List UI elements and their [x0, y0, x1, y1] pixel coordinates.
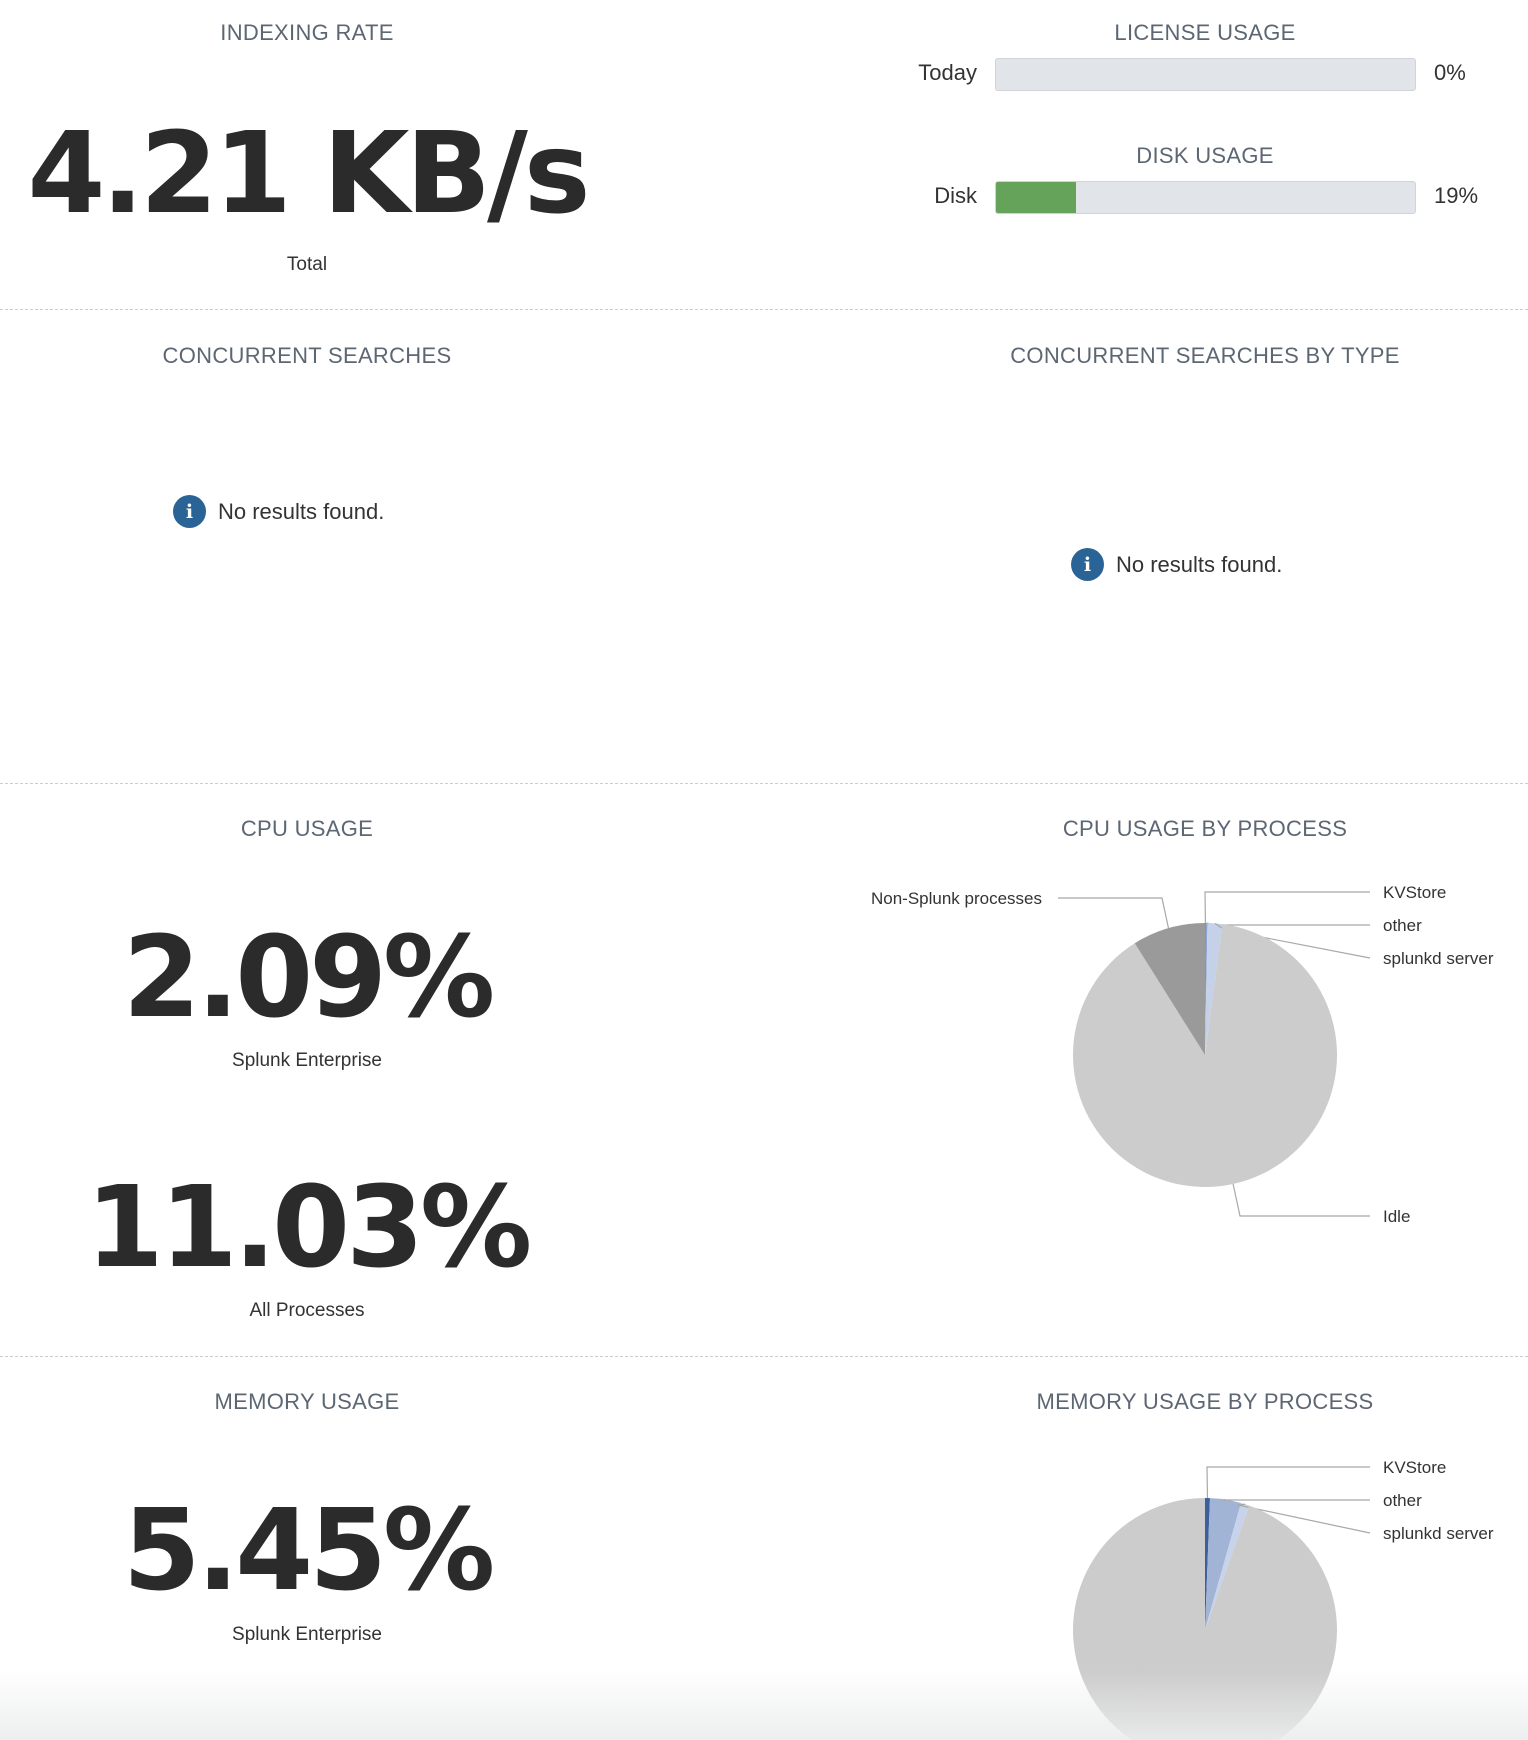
- info-icon: i: [173, 495, 206, 528]
- disk-usage-percent: 19%: [1434, 183, 1479, 208]
- cpu-splunk-caption: Splunk Enterprise: [232, 1050, 382, 1071]
- pie-label-non-splunk-processes: Non-Splunk processes: [871, 889, 1042, 908]
- concurrent-searches-by-type-title: CONCURRENT SEARCHES BY TYPE: [1010, 343, 1400, 368]
- indexing-rate-title: INDEXING RATE: [220, 20, 394, 45]
- disk-usage-title: DISK USAGE: [1136, 143, 1274, 168]
- pie-label-idle: Idle: [1383, 1207, 1410, 1226]
- disk-usage-bar: [995, 181, 1416, 214]
- license-usage-bar: [995, 58, 1416, 91]
- indexing-rate-value: 4.21 KB/s: [27, 109, 590, 239]
- disk-usage-fill: [996, 182, 1076, 213]
- memory-splunk-caption: Splunk Enterprise: [232, 1624, 382, 1645]
- pie-leader-line: [1206, 922, 1370, 926]
- info-icon: i: [1071, 548, 1104, 581]
- concurrent-searches-empty: i No results found.: [173, 495, 384, 528]
- memory-usage-by-process-title: MEMORY USAGE BY PROCESS: [1036, 1389, 1374, 1414]
- license-usage-percent: 0%: [1434, 60, 1466, 85]
- no-results-message: No results found.: [1116, 551, 1283, 577]
- cpu-all-value: 11.03%: [85, 1163, 532, 1293]
- no-results-message: No results found.: [218, 498, 385, 524]
- pie-leader-line: [1204, 891, 1370, 924]
- license-usage-title: LICENSE USAGE: [1114, 20, 1296, 45]
- pie-leader-line: [1058, 897, 1170, 929]
- pie-label-other: other: [1383, 916, 1422, 935]
- disk-bar-label: Disk: [934, 183, 977, 208]
- concurrent-searches-by-type-empty: i No results found.: [1071, 548, 1282, 581]
- concurrent-searches-title: CONCURRENT SEARCHES: [162, 343, 452, 368]
- cpu-all-caption: All Processes: [249, 1300, 365, 1321]
- cpu-usage-by-process-chart: KVStore other splunkd server Idle Non-Splunk…: [871, 883, 1494, 1226]
- section-divider: [0, 783, 1528, 784]
- pie-label-other: other: [1383, 1491, 1422, 1510]
- memory-usage-by-process-chart: KVStore other splunkd server: [1073, 1458, 1494, 1740]
- memory-usage-title: MEMORY USAGE: [214, 1389, 400, 1414]
- pie-leader-line: [1206, 1466, 1370, 1499]
- cpu-usage-title: CPU USAGE: [240, 816, 374, 841]
- pie-label-splunkd-server: splunkd server: [1383, 949, 1494, 968]
- indexing-rate-caption: Total: [286, 254, 328, 275]
- pie-label-kvstore: KVStore: [1383, 883, 1446, 902]
- section-divider: [0, 309, 1528, 310]
- pie-leader-line: [1232, 1183, 1370, 1217]
- pie-slice-unlabeled[interactable]: [1073, 1498, 1337, 1740]
- cpu-usage-by-process-title: CPU USAGE BY PROCESS: [1062, 816, 1348, 841]
- section-divider: [0, 1356, 1528, 1357]
- cpu-splunk-value: 2.09%: [122, 913, 496, 1043]
- license-bar-label: Today: [918, 60, 977, 85]
- memory-splunk-value: 5.45%: [122, 1486, 496, 1616]
- pie-label-kvstore: KVStore: [1383, 1458, 1446, 1477]
- pie-label-splunkd-server: splunkd server: [1383, 1524, 1494, 1543]
